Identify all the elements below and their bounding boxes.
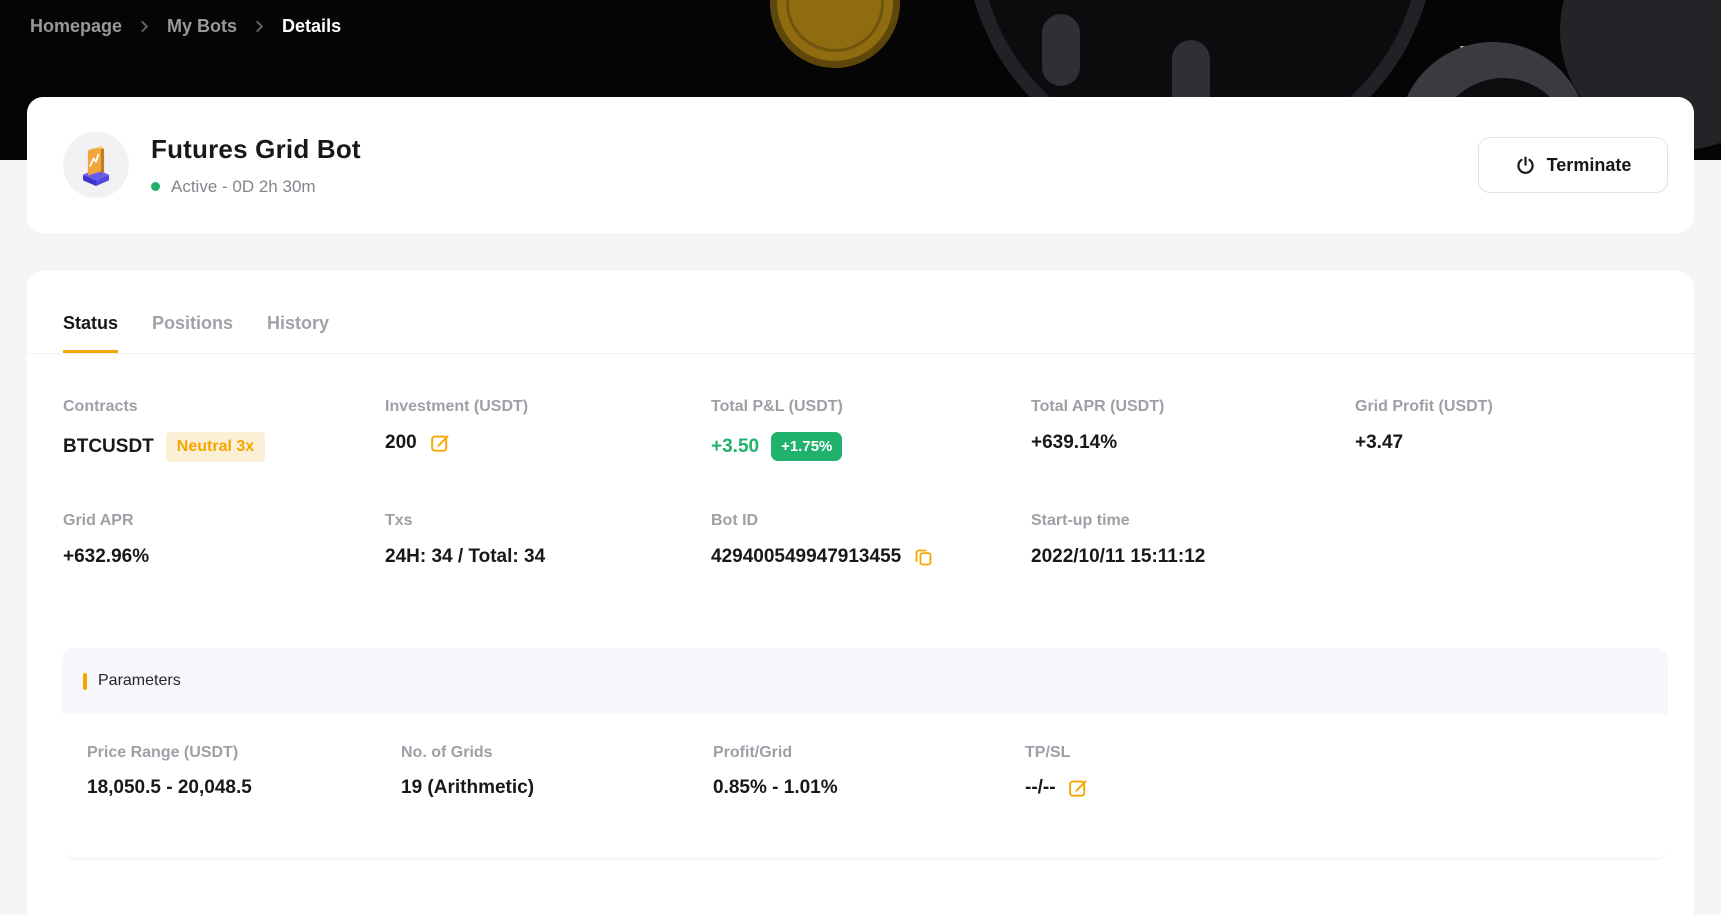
txs-value: 24H: 34 / Total: 34 bbox=[385, 546, 545, 568]
param-no-of-grids: No. of Grids 19 (Arithmetic) bbox=[401, 744, 713, 799]
stats-row-2: Grid APR +632.96% Txs 24H: 34 / Total: 3… bbox=[63, 512, 1658, 568]
stat-label: Contracts bbox=[63, 398, 385, 416]
status-dot bbox=[151, 182, 160, 191]
coin-illustration bbox=[756, 0, 914, 82]
price-range-value: 18,050.5 - 20,048.5 bbox=[87, 777, 252, 799]
parameters-header: Parameters bbox=[62, 648, 1668, 714]
param-label: Profit/Grid bbox=[713, 744, 1025, 762]
tab-bar: Status Positions History bbox=[27, 271, 1694, 354]
contracts-value: BTCUSDT bbox=[63, 436, 154, 458]
stat-contracts: Contracts BTCUSDT Neutral 3x bbox=[63, 398, 385, 462]
param-label: Price Range (USDT) bbox=[87, 744, 401, 762]
bot-details-card: Status Positions History Contracts BTCUS… bbox=[27, 271, 1694, 915]
total-pnl-value: +3.50 bbox=[711, 436, 759, 458]
breadcrumb: Homepage My Bots Details bbox=[30, 16, 341, 37]
tp-sl-value: --/-- bbox=[1025, 777, 1056, 799]
copy-bot-id-button[interactable] bbox=[913, 547, 934, 568]
tab-status[interactable]: Status bbox=[63, 313, 118, 353]
status-text: Active - 0D 2h 30m bbox=[171, 177, 316, 197]
stat-startup-time: Start-up time 2022/10/11 15:11:12 bbox=[1031, 512, 1658, 568]
leverage-badge: Neutral 3x bbox=[166, 432, 265, 462]
stat-label: Total P&L (USDT) bbox=[711, 398, 1031, 416]
breadcrumb-my-bots[interactable]: My Bots bbox=[167, 16, 237, 37]
grid-apr-value: +632.96% bbox=[63, 546, 149, 568]
param-label: No. of Grids bbox=[401, 744, 713, 762]
parameters-body: Price Range (USDT) 18,050.5 - 20,048.5 N… bbox=[62, 714, 1668, 857]
breadcrumb-details: Details bbox=[282, 16, 341, 37]
stat-total-apr: Total APR (USDT) +639.14% bbox=[1031, 398, 1355, 462]
bot-header-card: Futures Grid Bot Active - 0D 2h 30m Term… bbox=[27, 97, 1694, 233]
startup-time-value: 2022/10/11 15:11:12 bbox=[1031, 546, 1205, 568]
param-price-range: Price Range (USDT) 18,050.5 - 20,048.5 bbox=[87, 744, 401, 799]
stat-label: Total APR (USDT) bbox=[1031, 398, 1355, 416]
terminate-button[interactable]: Terminate bbox=[1478, 137, 1668, 193]
stat-grid-profit: Grid Profit (USDT) +3.47 bbox=[1355, 398, 1658, 462]
stat-txs: Txs 24H: 34 / Total: 34 bbox=[385, 512, 711, 568]
stat-label: Investment (USDT) bbox=[385, 398, 711, 416]
total-apr-value: +639.14% bbox=[1031, 432, 1117, 454]
stat-label: Grid Profit (USDT) bbox=[1355, 398, 1658, 416]
edit-icon bbox=[429, 432, 451, 454]
grid-bot-icon bbox=[75, 142, 117, 188]
investment-value: 200 bbox=[385, 432, 417, 454]
accent-bar bbox=[83, 673, 87, 690]
power-icon bbox=[1515, 155, 1536, 176]
stat-label: Txs bbox=[385, 512, 711, 530]
stat-total-pnl: Total P&L (USDT) +3.50 +1.75% bbox=[711, 398, 1031, 462]
stat-grid-apr: Grid APR +632.96% bbox=[63, 512, 385, 568]
param-tp-sl: TP/SL --/-- bbox=[1025, 744, 1668, 799]
stats-row-1: Contracts BTCUSDT Neutral 3x Investment … bbox=[63, 398, 1658, 462]
stat-label: Bot ID bbox=[711, 512, 1031, 530]
bot-avatar bbox=[63, 132, 129, 198]
param-profit-grid: Profit/Grid 0.85% - 1.01% bbox=[713, 744, 1025, 799]
robot-eye-left bbox=[1042, 14, 1080, 86]
chevron-right-icon bbox=[253, 20, 266, 33]
stat-label: Grid APR bbox=[63, 512, 385, 530]
no-of-grids-value: 19 (Arithmetic) bbox=[401, 777, 534, 799]
pnl-percent-badge: +1.75% bbox=[771, 432, 842, 461]
edit-investment-button[interactable] bbox=[429, 432, 451, 454]
page: Homepage My Bots Details Futu bbox=[0, 0, 1721, 915]
parameters-panel: Parameters Price Range (USDT) 18,050.5 -… bbox=[62, 648, 1668, 860]
terminate-label: Terminate bbox=[1547, 155, 1632, 176]
copy-icon bbox=[913, 547, 934, 568]
breadcrumb-homepage[interactable]: Homepage bbox=[30, 16, 122, 37]
stat-investment: Investment (USDT) 200 bbox=[385, 398, 711, 462]
page-title: Futures Grid Bot bbox=[151, 134, 361, 165]
stat-label: Start-up time bbox=[1031, 512, 1658, 530]
bot-id-value: 429400549947913455 bbox=[711, 546, 901, 568]
chevron-right-icon bbox=[138, 20, 151, 33]
status-stats: Contracts BTCUSDT Neutral 3x Investment … bbox=[27, 354, 1694, 568]
parameters-title: Parameters bbox=[98, 672, 181, 690]
param-label: TP/SL bbox=[1025, 744, 1668, 762]
edit-tp-sl-button[interactable] bbox=[1067, 777, 1089, 799]
stat-bot-id: Bot ID 429400549947913455 bbox=[711, 512, 1031, 568]
edit-icon bbox=[1067, 777, 1089, 799]
tab-history[interactable]: History bbox=[267, 313, 329, 353]
profit-grid-value: 0.85% - 1.01% bbox=[713, 777, 838, 799]
grid-profit-value: +3.47 bbox=[1355, 432, 1403, 454]
tab-positions[interactable]: Positions bbox=[152, 313, 233, 353]
